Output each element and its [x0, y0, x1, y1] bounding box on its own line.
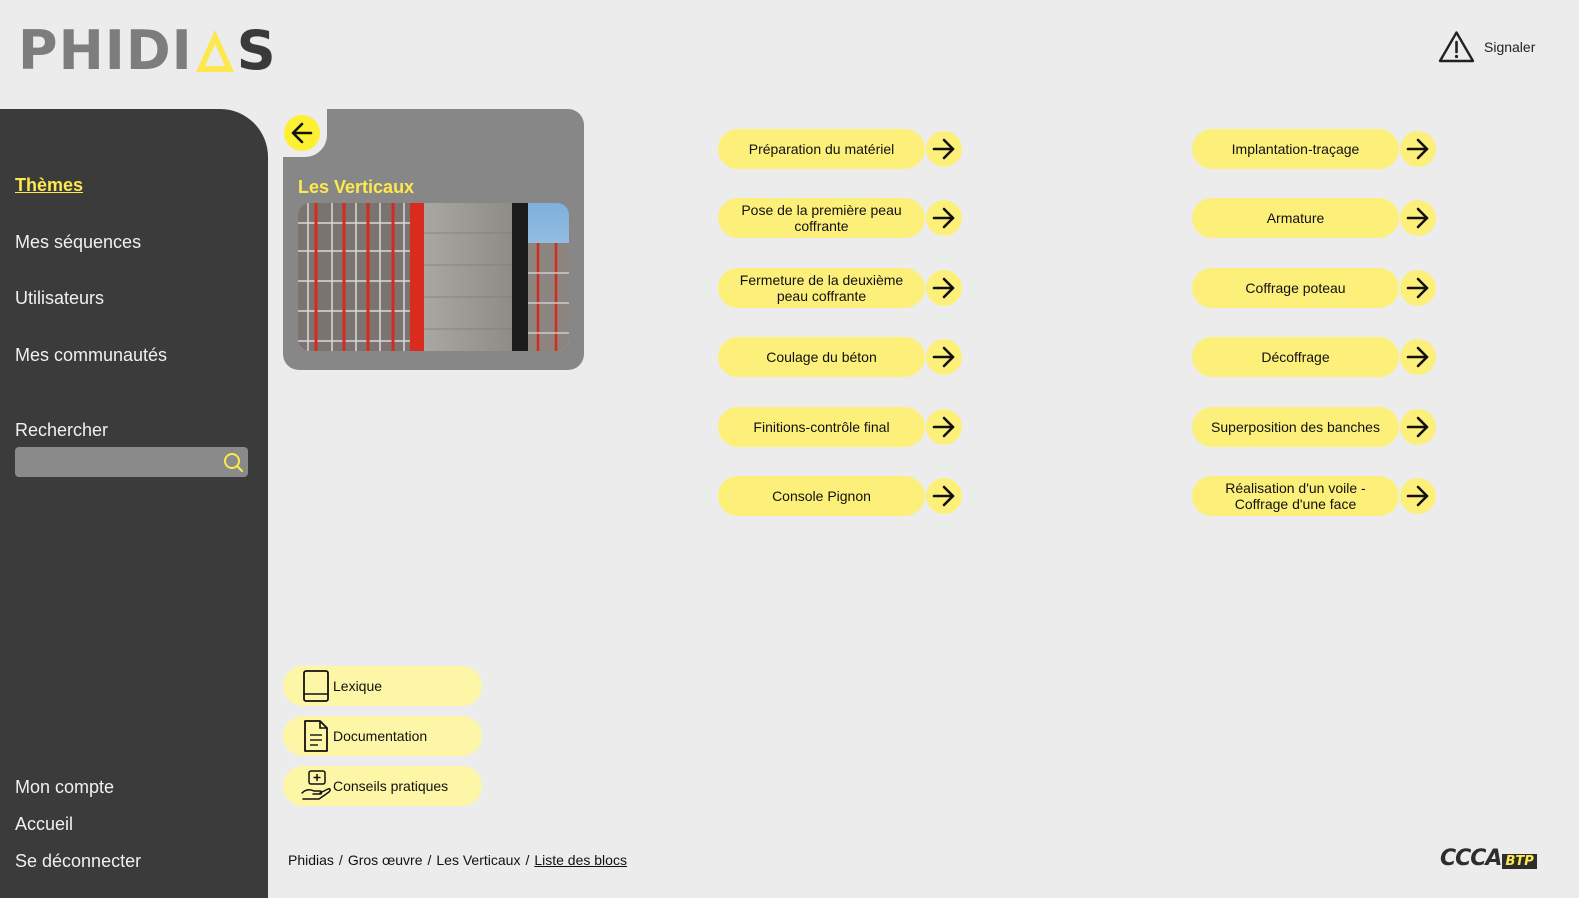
block-item[interactable]: Coffrage poteau [1192, 267, 1436, 309]
arrow-left-icon [291, 122, 313, 144]
block-item[interactable]: Coulage du béton [718, 336, 962, 378]
book-icon [299, 669, 333, 703]
block-label: Décoffrage [1192, 337, 1399, 377]
ccca-logo-text: CCCA [1440, 846, 1502, 871]
back-button[interactable] [284, 115, 320, 151]
lexicon-label: Lexique [333, 678, 383, 694]
search-label: Rechercher [15, 420, 109, 440]
arrow-right-icon[interactable] [1400, 200, 1436, 236]
sidebar-item-my-communities[interactable]: Mes communautés [15, 345, 167, 366]
arrow-right-icon[interactable] [1400, 131, 1436, 167]
arrow-right-icon[interactable] [1400, 270, 1436, 306]
breadcrumb-separator: / [427, 852, 432, 868]
arrow-right-icon[interactable] [926, 131, 962, 167]
block-label: Réalisation d'un voile - Coffrage d'une … [1192, 476, 1399, 516]
theme-card: Les Verticaux [283, 109, 584, 370]
block-label: Console Pignon [718, 476, 925, 516]
breadcrumb-separator: / [338, 852, 343, 868]
search-box [15, 447, 248, 477]
arrow-right-icon[interactable] [1400, 339, 1436, 375]
block-label: Pose de la première peau coffrante [718, 198, 925, 238]
block-item[interactable]: Armature [1192, 197, 1436, 239]
block-label: Implantation-traçage [1192, 129, 1399, 169]
arrow-right-icon[interactable] [926, 478, 962, 514]
sidebar-item-themes[interactable]: Thèmes [15, 175, 83, 196]
sidebar-item-my-account[interactable]: Mon compte [15, 777, 114, 798]
sidebar-item-logout[interactable]: Se déconnecter [15, 851, 141, 872]
block-item[interactable]: Finitions-contrôle final [718, 406, 962, 448]
theme-image [298, 203, 569, 351]
practical-tips-button[interactable]: Conseils pratiques [283, 766, 482, 806]
documentation-button[interactable]: Documentation [283, 716, 482, 756]
block-item[interactable]: Implantation-traçage [1192, 128, 1436, 170]
block-label: Finitions-contrôle final [718, 407, 925, 447]
practical-tips-label: Conseils pratiques [333, 778, 449, 794]
block-item[interactable]: Fermeture de la deuxième peau coffrante [718, 267, 962, 309]
block-item[interactable]: Réalisation d'un voile - Coffrage d'une … [1192, 475, 1436, 517]
arrow-right-icon[interactable] [1400, 478, 1436, 514]
logo-text-left: PHIDI [18, 19, 193, 82]
lexicon-button[interactable]: Lexique [283, 666, 482, 706]
block-item[interactable]: Console Pignon [718, 475, 962, 517]
breadcrumb-item[interactable]: Phidias [288, 852, 334, 868]
btp-logo-text: BTP [1502, 854, 1537, 869]
theme-title: Les Verticaux [298, 177, 415, 197]
logo-text-right: S [236, 19, 276, 82]
arrow-right-icon[interactable] [926, 339, 962, 375]
block-label: Fermeture de la deuxième peau coffrante [718, 268, 925, 308]
block-item[interactable]: Pose de la première peau coffrante [718, 197, 962, 239]
breadcrumb-separator: / [525, 852, 530, 868]
arrow-right-icon[interactable] [926, 200, 962, 236]
search-input[interactable] [15, 447, 215, 477]
block-item[interactable]: Superposition des banches [1192, 406, 1436, 448]
block-label: Coulage du béton [718, 337, 925, 377]
arrow-right-icon[interactable] [926, 409, 962, 445]
block-item[interactable]: Décoffrage [1192, 336, 1436, 378]
sidebar-item-users[interactable]: Utilisateurs [15, 288, 104, 309]
sidebar: Thèmes Mes séquences Utilisateurs Mes co… [0, 109, 268, 898]
warning-triangle-icon [1438, 31, 1475, 63]
breadcrumb-current[interactable]: Liste des blocs [534, 852, 627, 868]
block-label: Armature [1192, 198, 1399, 238]
report-label: Signaler [1484, 38, 1536, 55]
arrow-right-icon[interactable] [926, 270, 962, 306]
block-label: Préparation du matériel [718, 129, 925, 169]
arrow-right-icon[interactable] [1400, 409, 1436, 445]
block-label: Coffrage poteau [1192, 268, 1399, 308]
logo-triangle-icon [195, 30, 234, 72]
hand-advice-icon [299, 769, 333, 803]
search-icon[interactable] [222, 451, 244, 478]
sidebar-item-home[interactable]: Accueil [15, 814, 73, 835]
document-icon [299, 719, 333, 753]
block-item[interactable]: Préparation du matériel [718, 128, 962, 170]
breadcrumb-item[interactable]: Les Verticaux [436, 852, 520, 868]
phidias-logo[interactable]: PHIDI S [18, 19, 276, 82]
ccca-btp-logo[interactable]: CCCA BTP [1440, 846, 1537, 871]
report-button[interactable]: Signaler [1438, 30, 1535, 63]
block-label: Superposition des banches [1192, 407, 1399, 447]
documentation-label: Documentation [333, 728, 428, 744]
breadcrumb: Phidias / Gros œuvre / Les Verticaux / L… [288, 852, 627, 868]
breadcrumb-item[interactable]: Gros œuvre [348, 852, 423, 868]
sidebar-item-my-sequences[interactable]: Mes séquences [15, 232, 141, 253]
